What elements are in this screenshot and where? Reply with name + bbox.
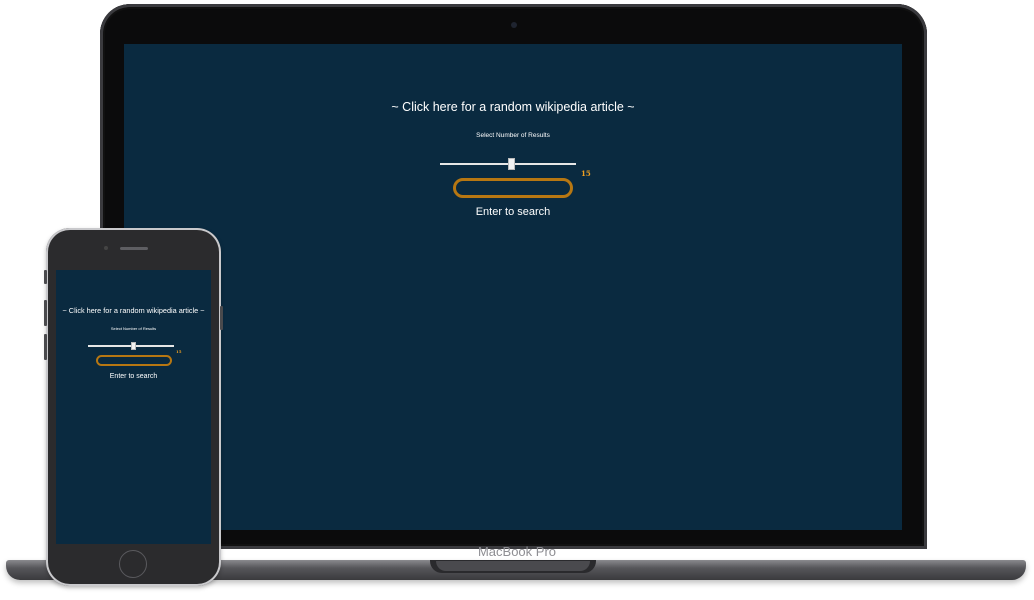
- slider-thumb[interactable]: [131, 342, 136, 350]
- random-article-link[interactable]: ~ Click here for a random wikipedia arti…: [124, 100, 902, 114]
- laptop-screen: ~ Click here for a random wikipedia arti…: [124, 44, 902, 530]
- slider-thumb[interactable]: [508, 158, 515, 170]
- phone-power-button: [220, 306, 223, 330]
- phone-mute-button: [44, 270, 47, 284]
- laptop-notch-inner: [436, 561, 590, 571]
- results-slider[interactable]: [440, 158, 576, 170]
- random-article-link[interactable]: ~ Click here for a random wikipedia arti…: [56, 306, 211, 315]
- select-results-label: Select Number of Results: [110, 326, 157, 331]
- phone-home-button[interactable]: [119, 550, 147, 578]
- results-slider[interactable]: [88, 342, 174, 350]
- results-count: 15: [176, 349, 182, 354]
- laptop-camera: [511, 22, 517, 28]
- select-results-label: Select Number of Results: [476, 132, 550, 139]
- enter-to-search-hint: Enter to search: [109, 373, 158, 380]
- phone-volume-down-button: [44, 334, 47, 360]
- laptop-chin: [124, 530, 902, 543]
- phone-volume-up-button: [44, 300, 47, 326]
- phone-speaker: [120, 247, 148, 250]
- enter-to-search-hint: Enter to search: [475, 206, 551, 218]
- search-input[interactable]: [96, 355, 172, 366]
- search-input[interactable]: [453, 178, 573, 198]
- phone-camera: [104, 246, 108, 250]
- phone-screen: ~ Click here for a random wikipedia arti…: [56, 270, 211, 544]
- results-count: 15: [581, 169, 591, 178]
